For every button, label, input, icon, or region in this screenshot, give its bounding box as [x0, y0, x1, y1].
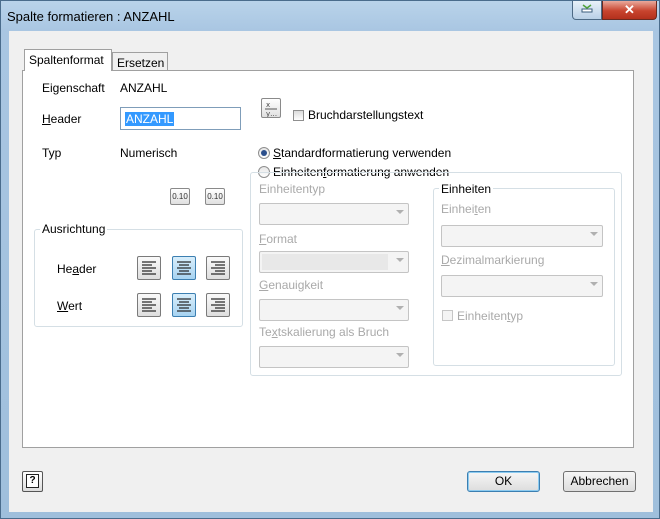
- header-label: Header: [42, 112, 82, 126]
- ok-button[interactable]: OK: [467, 471, 540, 492]
- align-left-icon: [142, 261, 156, 275]
- wert-align-left-button[interactable]: [137, 293, 161, 317]
- align-left-icon: [142, 298, 156, 312]
- typ-label: Typ: [42, 146, 62, 160]
- wert-align-right-button[interactable]: [206, 293, 230, 317]
- window-title: Spalte formatieren : ANZAHL: [7, 9, 175, 24]
- chevron-down-icon: [396, 353, 404, 357]
- bruchdarstellung-checkbox[interactable]: [293, 110, 304, 121]
- ausrichtung-legend: Ausrichtung: [40, 222, 108, 236]
- tab-ersetzen[interactable]: Ersetzen: [112, 52, 168, 71]
- einheitentyp-label: Einheitentyp: [259, 182, 326, 196]
- close-icon: ✕: [624, 2, 635, 17]
- textskalierung-label: Textskalierung als Bruch: [259, 325, 390, 339]
- help-button[interactable]: ?: [22, 471, 43, 492]
- align-center-icon: [177, 261, 191, 275]
- format-label: Format: [259, 232, 298, 246]
- genauigkeit-label: Genauigkeit: [259, 278, 324, 292]
- genauigkeit-select[interactable]: [259, 299, 409, 321]
- align-center-icon: [177, 298, 191, 312]
- typ-value: Numerisch: [120, 146, 178, 160]
- cancel-button-label: Abbrechen: [570, 474, 629, 488]
- tab-panel-spaltenformat: Eigenschaft ANZAHL Header ANZAHL Typ Num…: [22, 70, 634, 448]
- format-select[interactable]: [259, 251, 409, 273]
- ausrichtung-wert-label: Wert: [57, 299, 83, 313]
- header-input[interactable]: ANZAHL: [120, 107, 241, 130]
- decrease-precision-button[interactable]: 0.10: [170, 188, 190, 205]
- align-right-icon: [211, 298, 225, 312]
- close-button[interactable]: ✕: [602, 1, 657, 20]
- svg-text:y…: y…: [266, 110, 277, 117]
- einheiten-legend: Einheiten: [439, 182, 494, 196]
- wert-align-center-button[interactable]: [172, 293, 196, 317]
- chevron-down-icon: [396, 306, 404, 310]
- einheiten-select[interactable]: [441, 225, 603, 247]
- dialog-client-area: Spaltenformat Ersetzen Eigenschaft ANZAH…: [9, 31, 653, 512]
- chevron-down-icon: [590, 282, 598, 286]
- tab-ersetzen-label: Ersetzen: [117, 56, 165, 70]
- textskalierung-select[interactable]: [259, 346, 409, 368]
- ok-button-label: OK: [494, 474, 513, 488]
- einheiten-label: Einheiten: [441, 202, 492, 216]
- increase-precision-button[interactable]: 0.10: [205, 188, 225, 205]
- dezimalmarkierung-label: Dezimalmarkierung: [441, 253, 545, 267]
- dezimalmarkierung-select[interactable]: [441, 275, 603, 297]
- tab-spaltenformat-label: Spaltenformat: [29, 53, 104, 67]
- minimize-button[interactable]: [572, 1, 602, 20]
- tab-spaltenformat[interactable]: Spaltenformat: [24, 49, 112, 71]
- minimize-icon: [581, 4, 593, 13]
- fraction-icon: x y…: [265, 101, 277, 117]
- format-select-value: [262, 254, 388, 270]
- dialog-window: Spalte formatieren : ANZAHL ✕ Spaltenfor…: [0, 0, 660, 519]
- einheitentyp-select[interactable]: [259, 203, 409, 225]
- header-align-left-button[interactable]: [137, 256, 161, 280]
- bruchdarstellung-label: Bruchdarstellungstext: [308, 108, 424, 122]
- standard-format-label: Standardformatierung verwenden: [273, 146, 452, 160]
- einheitentyp-checkbox-label: Einheitentyp: [457, 309, 524, 323]
- chevron-down-icon: [590, 232, 598, 236]
- align-right-icon: [211, 261, 225, 275]
- eigenschaft-label: Eigenschaft: [42, 81, 105, 95]
- fraction-format-button[interactable]: x y…: [261, 98, 281, 118]
- increase-precision-label: 0.10: [207, 192, 223, 201]
- cancel-button[interactable]: Abbrechen: [563, 471, 636, 492]
- header-align-center-button[interactable]: [172, 256, 196, 280]
- einheitentyp-checkbox[interactable]: [442, 310, 453, 321]
- svg-text:x: x: [266, 101, 270, 109]
- eigenschaft-value: ANZAHL: [120, 81, 168, 95]
- chevron-down-icon: [396, 210, 404, 214]
- title-bar[interactable]: Spalte formatieren : ANZAHL: [1, 1, 660, 31]
- ausrichtung-header-label: Header: [57, 262, 97, 276]
- standard-format-radio[interactable]: [258, 147, 270, 159]
- decrease-precision-label: 0.10: [172, 192, 188, 201]
- header-input-value: ANZAHL: [125, 112, 175, 126]
- chevron-down-icon: [396, 258, 404, 262]
- help-icon: ?: [26, 474, 39, 488]
- header-align-right-button[interactable]: [206, 256, 230, 280]
